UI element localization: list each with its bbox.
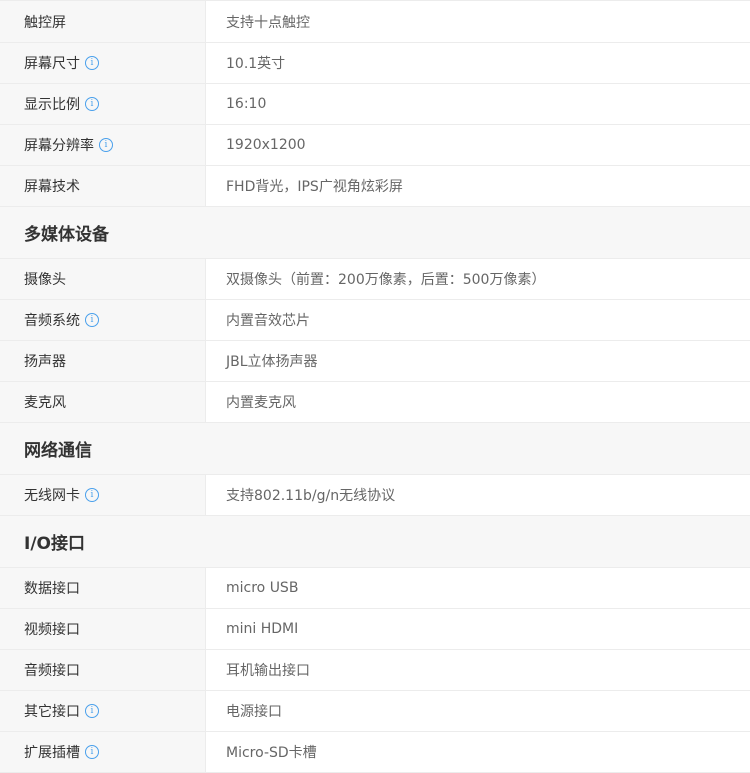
spec-label: 视频接口 — [0, 609, 206, 649]
spec-label-text: 摄像头 — [24, 272, 66, 288]
spec-value: JBL立体扬声器 — [226, 354, 318, 370]
spec-row-touchscreen: 触控屏 支持十点触控 — [0, 0, 750, 43]
spec-value: 电源接口 — [226, 704, 282, 720]
spec-label-text: 数据接口 — [24, 581, 80, 597]
info-icon[interactable]: i — [85, 56, 99, 70]
spec-value: 耳机输出接口 — [226, 663, 310, 679]
spec-label: 音频接口 — [0, 650, 206, 690]
spec-label: 显示比例 i — [0, 84, 206, 124]
spec-label-text: 音频接口 — [24, 663, 80, 679]
spec-value: mini HDMI — [226, 621, 299, 637]
info-icon[interactable]: i — [85, 745, 99, 759]
spec-value: 内置音效芯片 — [226, 313, 310, 329]
spec-row-camera: 摄像头 双摄像头（前置：200万像素，后置：500万像素） — [0, 259, 750, 300]
spec-row-aspect-ratio: 显示比例 i 16:10 — [0, 84, 750, 125]
spec-value: 1920x1200 — [226, 137, 306, 153]
spec-label-text: 无线网卡 — [24, 488, 80, 504]
section-title-multimedia: 多媒体设备 — [0, 207, 750, 259]
spec-row-screen-size: 屏幕尺寸 i 10.1英寸 — [0, 43, 750, 84]
section-title-io: I/O接口 — [0, 516, 750, 568]
spec-label: 数据接口 — [0, 568, 206, 608]
info-icon[interactable]: i — [85, 313, 99, 327]
spec-row-video-port: 视频接口 mini HDMI — [0, 609, 750, 650]
spec-label: 扩展插槽 i — [0, 732, 206, 772]
section-title-network: 网络通信 — [0, 423, 750, 475]
spec-label-text: 屏幕技术 — [24, 179, 80, 195]
spec-row-resolution: 屏幕分辨率 i 1920x1200 — [0, 125, 750, 166]
spec-label-text: 其它接口 — [24, 704, 80, 720]
spec-label-text: 扩展插槽 — [24, 745, 80, 761]
spec-row-data-port: 数据接口 micro USB — [0, 568, 750, 609]
spec-label-text: 屏幕分辨率 — [24, 138, 94, 154]
spec-label: 屏幕尺寸 i — [0, 43, 206, 83]
spec-label-text: 触控屏 — [24, 14, 66, 31]
info-icon[interactable]: i — [99, 138, 113, 152]
spec-label: 屏幕分辨率 i — [0, 125, 206, 165]
spec-label: 音频系统 i — [0, 300, 206, 340]
info-icon[interactable]: i — [85, 488, 99, 502]
spec-label: 触控屏 — [0, 1, 206, 42]
spec-label: 其它接口 i — [0, 691, 206, 731]
info-icon[interactable]: i — [85, 704, 99, 718]
spec-row-microphone: 麦克风 内置麦克风 — [0, 382, 750, 423]
spec-value: 内置麦克风 — [226, 395, 296, 411]
spec-value: micro USB — [226, 580, 299, 596]
spec-row-expansion-slot: 扩展插槽 i Micro-SD卡槽 — [0, 732, 750, 773]
spec-row-audio-system: 音频系统 i 内置音效芯片 — [0, 300, 750, 341]
spec-label: 扬声器 — [0, 341, 206, 381]
spec-value: 10.1英寸 — [226, 56, 286, 72]
spec-row-screen-tech: 屏幕技术 FHD背光，IPS广视角炫彩屏 — [0, 166, 750, 207]
spec-value: FHD背光，IPS广视角炫彩屏 — [226, 179, 403, 195]
spec-label: 屏幕技术 — [0, 166, 206, 206]
spec-table: 触控屏 支持十点触控 屏幕尺寸 i 10.1英寸 显示比例 i 16:10 屏幕分辨… — [0, 0, 750, 773]
spec-value: 16:10 — [226, 96, 267, 112]
spec-row-wireless: 无线网卡 i 支持802.11b/g/n无线协议 — [0, 475, 750, 516]
spec-label-text: 视频接口 — [24, 622, 80, 638]
info-icon[interactable]: i — [85, 97, 99, 111]
spec-label-text: 麦克风 — [24, 395, 66, 411]
spec-label: 摄像头 — [0, 259, 206, 299]
spec-label: 麦克风 — [0, 382, 206, 422]
spec-label-text: 扬声器 — [24, 354, 66, 370]
spec-row-speaker: 扬声器 JBL立体扬声器 — [0, 341, 750, 382]
spec-value: 支持802.11b/g/n无线协议 — [226, 488, 396, 504]
spec-value: Micro-SD卡槽 — [226, 745, 317, 761]
spec-label: 无线网卡 i — [0, 475, 206, 515]
spec-label-text: 显示比例 — [24, 97, 80, 113]
spec-row-other-port: 其它接口 i 电源接口 — [0, 691, 750, 732]
spec-label-text: 音频系统 — [24, 313, 80, 329]
spec-label-text: 屏幕尺寸 — [24, 56, 80, 72]
spec-value: 双摄像头（前置：200万像素，后置：500万像素） — [226, 272, 546, 288]
spec-value: 支持十点触控 — [226, 14, 310, 31]
spec-row-audio-port: 音频接口 耳机输出接口 — [0, 650, 750, 691]
